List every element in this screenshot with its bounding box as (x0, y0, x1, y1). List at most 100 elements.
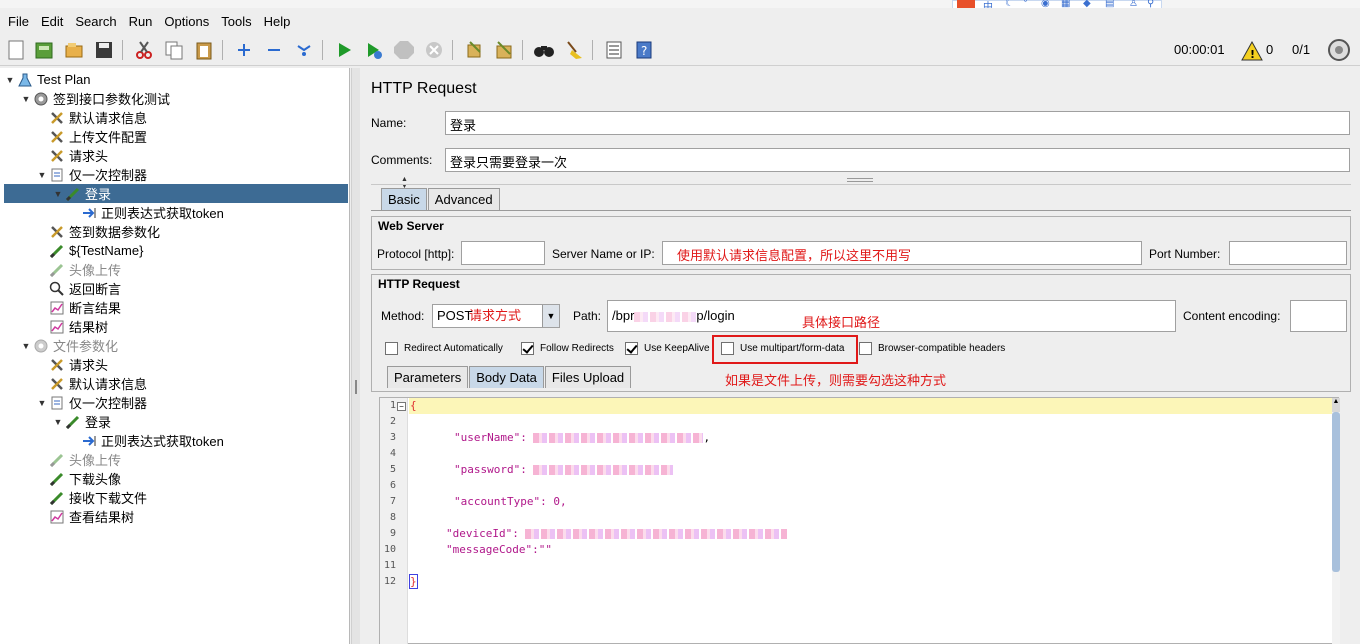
menu-help[interactable]: Help (262, 13, 293, 30)
toggle-icon[interactable] (292, 38, 316, 62)
tree-node[interactable]: 正则表达式获取token (68, 431, 224, 450)
tree-node[interactable]: ▼ 签到接口参数化测试 (20, 89, 170, 108)
tree-node[interactable]: 断言结果 (36, 298, 121, 317)
start-no-pauses-icon[interactable] (362, 38, 386, 62)
tab-parameters[interactable]: Parameters (387, 366, 469, 388)
tab-files-upload[interactable]: Files Upload (544, 366, 632, 388)
method-annotation: 请求方式 (469, 308, 522, 323)
open-icon[interactable] (62, 38, 86, 62)
server-field[interactable]: 使用默认请求信息配置，所以这里不用写 (662, 241, 1142, 265)
reset-search-broom-icon[interactable] (562, 38, 586, 62)
expand-toggle-icon[interactable]: ▼ (36, 170, 48, 180)
start-icon[interactable] (332, 38, 356, 62)
menu-search[interactable]: Search (73, 13, 118, 30)
tree-node[interactable]: 头像上传 (36, 450, 121, 469)
expand-all-icon[interactable] (232, 38, 256, 62)
checkbox-box[interactable] (625, 342, 638, 355)
tree-node[interactable]: ▼ 文件参数化 (20, 336, 118, 355)
new-icon[interactable] (4, 38, 28, 62)
ime-skin-icon: ◆ (1083, 0, 1091, 8)
path-field[interactable]: /bpr p/login (607, 300, 1176, 332)
tree-node[interactable]: 默认请求信息 (36, 108, 147, 127)
checkbox-label: Follow Redirects (540, 343, 614, 354)
testplan-icon (16, 71, 34, 89)
tree-node[interactable]: 请求头 (36, 355, 108, 374)
config-wrench-icon (48, 356, 66, 374)
expand-toggle-icon[interactable]: ▼ (36, 398, 48, 408)
chevron-down-icon[interactable]: ▼ (542, 305, 559, 327)
paste-icon[interactable] (192, 38, 216, 62)
method-value: POST (437, 308, 473, 323)
tree-node[interactable]: 上传文件配置 (36, 127, 147, 146)
json-key: "userName": (454, 431, 534, 444)
protocol-field[interactable] (461, 241, 545, 265)
tree-node[interactable]: 请求头 (36, 146, 108, 165)
search-binoculars-icon[interactable] (532, 38, 556, 62)
checkbox-box[interactable] (521, 342, 534, 355)
warning-icon[interactable]: ! (1240, 39, 1264, 63)
expand-toggle-icon[interactable]: ▼ (20, 341, 32, 351)
tab-advanced[interactable]: Advanced (427, 188, 500, 210)
copy-icon[interactable] (162, 38, 186, 62)
checkbox-box[interactable] (385, 342, 398, 355)
tree-node[interactable]: 查看结果树 (36, 507, 134, 526)
tree-node[interactable]: ▼ 登录 (52, 412, 111, 431)
tree-node[interactable]: 签到数据参数化 (36, 222, 160, 241)
menu-file[interactable]: File (6, 13, 31, 30)
tree-node[interactable]: ${TestName} (36, 241, 143, 260)
tree-node[interactable]: ▼ 仅一次控制器 (36, 393, 147, 412)
toolbar-separator (322, 40, 323, 60)
browser-headers-checkbox[interactable]: Browser-compatible headers (859, 342, 1005, 355)
comments-field[interactable]: 登录只需要登录一次 (445, 148, 1350, 172)
tree-node[interactable]: 下载头像 (36, 469, 121, 488)
clear-all-icon[interactable] (492, 38, 516, 62)
body-data-editor[interactable]: 1 − 2 3 4 5 6 7 8 9 10 11 12 { "userName… (379, 397, 1340, 644)
port-field[interactable] (1229, 241, 1347, 265)
menu-tools[interactable]: Tools (219, 13, 253, 30)
function-helper-icon[interactable] (602, 38, 626, 62)
tab-basic[interactable]: Basic (381, 188, 427, 210)
fold-toggle-icon[interactable]: − (397, 402, 406, 411)
redacted-value (533, 465, 674, 475)
tree-node[interactable]: 结果树 (36, 317, 108, 336)
collapse-all-icon[interactable] (262, 38, 286, 62)
menu-options[interactable]: Options (162, 13, 211, 30)
menu-edit[interactable]: Edit (39, 13, 65, 30)
cut-icon[interactable] (132, 38, 156, 62)
path-label: Path: (573, 309, 602, 323)
tree-node[interactable]: 正则表达式获取token (68, 203, 224, 222)
keepalive-checkbox[interactable]: Use KeepAlive (625, 342, 710, 355)
follow-redirects-checkbox[interactable]: Follow Redirects (521, 342, 614, 355)
tree-node-label: 结果树 (69, 320, 109, 335)
name-field[interactable]: 登录 (445, 111, 1350, 135)
expand-toggle-icon[interactable]: ▼ (52, 417, 64, 427)
clear-icon[interactable] (462, 38, 486, 62)
expand-toggle-icon[interactable]: ▼ (20, 94, 32, 104)
scroll-thumb[interactable] (1332, 412, 1340, 572)
templates-icon[interactable] (32, 38, 56, 62)
tree-node[interactable]: 默认请求信息 (36, 374, 147, 393)
editor-scrollbar[interactable]: ▲ (1332, 398, 1340, 644)
tree-node[interactable]: ▼ Test Plan (4, 70, 91, 89)
tree-node-label: 请求头 (69, 149, 109, 164)
tree-node[interactable]: 返回断言 (36, 279, 121, 298)
tree-node[interactable]: 接收下载文件 (36, 488, 147, 507)
redirect-auto-checkbox[interactable]: Redirect Automatically (385, 342, 503, 355)
menu-run[interactable]: Run (127, 13, 155, 30)
tab-body-data[interactable]: Body Data (469, 366, 544, 388)
expand-toggle-icon[interactable]: ▼ (4, 75, 16, 85)
tree-node[interactable]: 头像上传 (36, 260, 121, 279)
multipart-annotation: 如果是文件上传，则需要勾选这种方式 (725, 373, 947, 388)
expand-toggle-icon[interactable]: ▼ (52, 189, 64, 199)
shutdown-icon[interactable] (422, 38, 446, 62)
split-pane-divider[interactable] (351, 68, 360, 644)
scroll-up-icon[interactable]: ▲ (1332, 398, 1340, 412)
resize-grip-icon[interactable] (847, 178, 873, 182)
stop-icon[interactable] (392, 38, 416, 62)
tree-node[interactable]: ▼ 登录 (4, 184, 348, 203)
tree-node[interactable]: ▼ 仅一次控制器 (36, 165, 147, 184)
checkbox-box[interactable] (859, 342, 872, 355)
save-icon[interactable] (92, 38, 116, 62)
help-icon[interactable]: ? (632, 38, 656, 62)
encoding-field[interactable] (1290, 300, 1347, 332)
